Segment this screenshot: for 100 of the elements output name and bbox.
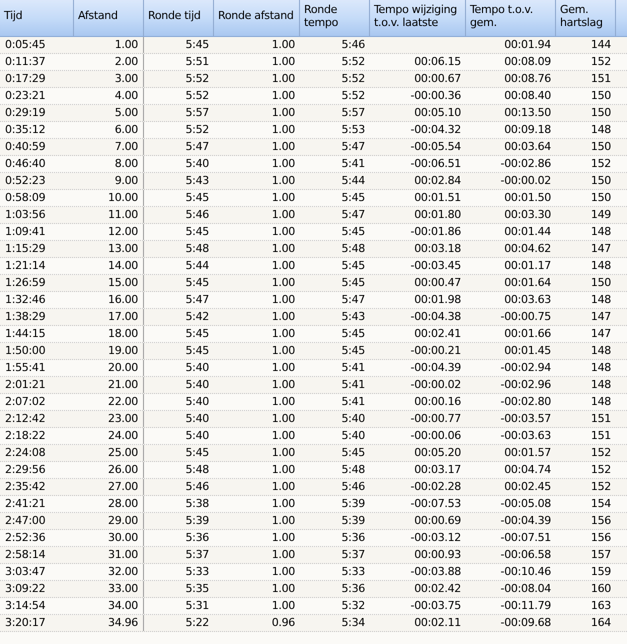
table-cell-text: 150 <box>590 190 611 206</box>
column-header[interactable]: Tijd <box>0 0 74 36</box>
table-cell-text: 00:03.17 <box>414 462 461 478</box>
table-cell-text: 5:38 <box>185 496 209 512</box>
table-cell-text: 5:45 <box>341 224 365 240</box>
table-cell-text: 2.00 <box>114 54 138 70</box>
table-cell-text: 1:21:14 <box>5 258 46 274</box>
table-cell-text: 5:40 <box>185 376 209 393</box>
table-cell-text: 1.00 <box>272 410 295 427</box>
table-cell-text: 33.00 <box>108 580 138 597</box>
table-cell-text: 5:46 <box>185 206 209 223</box>
table-cell-text: 5:40 <box>341 410 365 427</box>
table-cell-text: 00:01.44 <box>504 224 551 240</box>
table-cell-text: 5:39 <box>185 512 209 529</box>
table-cell-text: 5:36 <box>341 580 365 597</box>
table-cell-text: 2:52:36 <box>5 530 46 546</box>
table-cell-text: 5:36 <box>341 530 365 546</box>
table-cell-text: 5:44 <box>185 258 209 274</box>
table-cell-text: -00:02.96 <box>500 376 551 393</box>
table-cell-text: 5:57 <box>185 104 209 121</box>
table-cell-text: 5:32 <box>341 598 365 614</box>
column-header[interactable]: Tempo t.o.v. gem. <box>466 0 556 36</box>
column-header[interactable]: Ronde afstand <box>214 0 300 36</box>
table-cell-text: 00:00.69 <box>414 512 461 529</box>
table-cell-text: 5:43 <box>185 172 209 189</box>
table-cell-text: -00:04.38 <box>410 308 461 325</box>
table-cell-text: 19.00 <box>108 342 138 359</box>
table-cell-text: 147 <box>590 240 611 257</box>
table-cell-text: 00:06.15 <box>414 54 461 70</box>
table-cell-text: 15.00 <box>108 274 138 291</box>
table-cell-text: 5:47 <box>341 206 365 223</box>
table-cell-text: -00:03.45 <box>410 258 461 274</box>
column-header[interactable]: Gem. hartslag <box>556 0 616 36</box>
table-cell-text: 5:40 <box>185 156 209 172</box>
column-header[interactable]: Tempo wijziging t.o.v. laatste <box>370 0 466 36</box>
table-cell-text: 1.00 <box>272 342 295 359</box>
table-cell-text: 5:33 <box>185 564 209 580</box>
table-cell-text: 0:05:45 <box>5 36 46 53</box>
table-cell-text: 5:45 <box>185 444 209 461</box>
table-cell-text: 1.00 <box>272 326 295 342</box>
table-cell-text: 160 <box>590 580 611 597</box>
table-cell-text: 1.00 <box>272 54 295 70</box>
table-cell-text: 00:01.80 <box>414 206 461 223</box>
table-cell-text: -00:02.28 <box>410 478 461 495</box>
table-cell-text: 5:52 <box>341 54 365 70</box>
table-cell-text: 00:01.57 <box>504 444 551 461</box>
table-cell-text: 3:14:54 <box>5 598 46 614</box>
table-cell-text: 148 <box>590 258 611 274</box>
table-cell-text: 00:03.30 <box>504 206 551 223</box>
table-cell-text: 5:47 <box>185 292 209 308</box>
table-cell-text: 1.00 <box>272 462 295 478</box>
table-cell-text: 29.00 <box>108 512 138 529</box>
table-cell-text: 1:38:29 <box>5 308 46 325</box>
table-cell-text: 00:01.98 <box>414 292 461 308</box>
table-cell-text: 5:45 <box>185 190 209 206</box>
table-cell-text: 5:48 <box>341 462 365 478</box>
table-cell-text: 00:00.93 <box>414 546 461 563</box>
table-cell-text: 22.00 <box>108 394 138 410</box>
table-cell-text: 5:48 <box>185 462 209 478</box>
table-cell-text: -00:00.02 <box>410 376 461 393</box>
table-cell-text: 00:05.10 <box>414 104 461 121</box>
table-cell-text: -00:03.75 <box>410 598 461 614</box>
column-header[interactable]: Ronde tempo <box>300 0 370 36</box>
table-cell-text: 1.00 <box>272 156 295 172</box>
column-header[interactable]: Ronde tijd <box>144 0 214 36</box>
table-cell-text: 10.00 <box>108 190 138 206</box>
table-cell-text: 151 <box>590 70 611 87</box>
table-cell-text: 150 <box>590 138 611 155</box>
table-cell-text: 00:01.66 <box>504 326 551 342</box>
table-cell-text: 00:00.47 <box>414 274 461 291</box>
table-cell-text: 1:09:41 <box>5 224 46 240</box>
table-cell-text: -00:00.77 <box>410 410 461 427</box>
table-cell-text: 0:46:40 <box>5 156 46 172</box>
table-cell-text: 5:45 <box>185 342 209 359</box>
table-cell-text: 11.00 <box>108 206 138 223</box>
table-cell-text: -00:02.94 <box>500 360 551 376</box>
table-cell-text: 24.00 <box>108 428 138 444</box>
table-cell-text: 5:52 <box>185 88 209 104</box>
table-cell-text: 00:08.40 <box>504 88 551 104</box>
table-cell-text: 34.00 <box>108 598 138 614</box>
table-cell-text: -00:00.75 <box>500 308 551 325</box>
column-header[interactable]: Afstand <box>74 0 144 36</box>
table-cell-text: 150 <box>590 88 611 104</box>
table-cell-text: 147 <box>590 326 611 342</box>
table-cell-text: 00:02.84 <box>414 172 461 189</box>
table-cell-text: 5:45 <box>341 274 365 291</box>
table-cell-text: 25.00 <box>108 444 138 461</box>
table-cell-text: 30.00 <box>108 530 138 546</box>
table-cell-text: 5:40 <box>185 410 209 427</box>
table-cell-text: 3:20:17 <box>5 614 46 631</box>
table-cell-text: 5:43 <box>341 308 365 325</box>
table-cell-text: 00:02.45 <box>504 478 551 495</box>
table-cell-text: 00:01.50 <box>504 190 551 206</box>
table-cell-text: 2:29:56 <box>5 462 46 478</box>
table-cell-text: 5:45 <box>341 326 365 342</box>
table-cell-text: 5:51 <box>185 54 209 70</box>
table-cell-text: 1.00 <box>272 70 295 87</box>
table-cell-text: 3:03:47 <box>5 564 46 580</box>
table-cell-text: 148 <box>590 122 611 138</box>
table-cell-text: 5:52 <box>185 70 209 87</box>
